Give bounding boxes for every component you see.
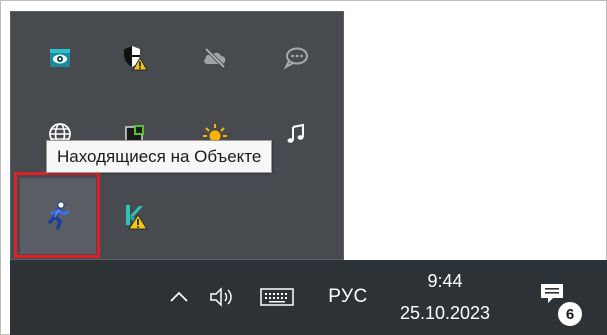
chat-bubble-icon[interactable]: [278, 40, 314, 76]
onedrive-offline-icon[interactable]: [197, 40, 233, 76]
speaker-icon: [210, 287, 232, 307]
action-center-button[interactable]: 6: [534, 276, 584, 328]
notification-count-badge: 6: [556, 300, 584, 328]
eye-app-icon[interactable]: [42, 40, 78, 76]
touch-keyboard-button[interactable]: [255, 282, 299, 312]
k-app-warning-icon[interactable]: [117, 198, 153, 234]
keyboard-icon: [260, 288, 294, 306]
highlight-frame: [14, 172, 100, 258]
clock-time: 9:44: [427, 271, 463, 291]
music-note-icon[interactable]: [278, 116, 314, 152]
clock-button[interactable]: 9:44 25.10.2023: [390, 266, 500, 328]
taskbar: РУС 9:44 25.10.2023 6: [10, 260, 607, 335]
chevron-up-icon: [170, 291, 188, 302]
security-shield-warning-icon[interactable]: [117, 40, 153, 76]
clock-date: 25.10.2023: [399, 303, 491, 323]
tray-tooltip: Находящиеся на Объекте: [46, 140, 273, 173]
show-hidden-icons-button[interactable]: [164, 282, 194, 312]
input-language-indicator[interactable]: РУС: [318, 280, 378, 314]
volume-button[interactable]: [205, 282, 241, 312]
